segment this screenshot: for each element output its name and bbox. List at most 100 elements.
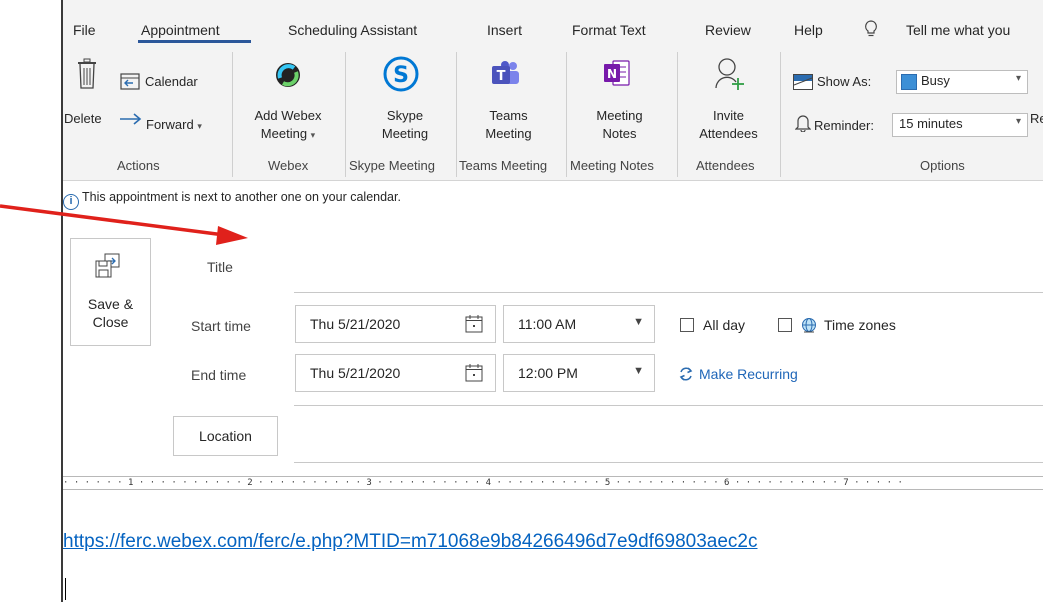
chevron-down-icon: ▼ <box>633 316 644 328</box>
group-divider <box>566 52 567 177</box>
recurrence-icon <box>678 366 694 385</box>
delete-button[interactable]: Delete <box>64 110 102 128</box>
group-label-teams: Teams Meeting <box>459 158 548 173</box>
tab-scheduling-assistant[interactable]: Scheduling Assistant <box>288 22 417 38</box>
title-input[interactable] <box>294 248 1043 290</box>
info-message: This appointment is next to another one … <box>82 190 401 204</box>
invite-attendees-icon[interactable] <box>714 56 746 95</box>
active-tab-indicator <box>138 40 251 43</box>
teams-meeting-button[interactable]: Teams Meeting <box>461 107 556 143</box>
save-close-icon <box>95 253 121 282</box>
tab-format-text[interactable]: Format Text <box>572 22 646 38</box>
busy-swatch <box>901 74 917 90</box>
group-divider <box>456 52 457 177</box>
end-time-dropdown[interactable]: 12:00 PM ▼ <box>503 354 655 392</box>
text-cursor <box>65 578 66 600</box>
webex-meeting-link[interactable]: https://ferc.webex.com/ferc/e.php?MTID=m… <box>63 531 758 553</box>
teams-line1: Teams <box>489 108 528 123</box>
show-as-dropdown[interactable]: Busy ▾ <box>896 70 1028 94</box>
group-divider <box>677 52 678 177</box>
all-day-checkbox[interactable] <box>680 318 694 332</box>
webex-line2: Meeting <box>260 126 308 141</box>
forward-button[interactable]: Forward ▾ <box>146 116 202 135</box>
save-line2: Close <box>92 314 129 330</box>
chevron-down-icon: ▾ <box>197 121 202 131</box>
teams-icon[interactable]: T <box>490 60 520 91</box>
skype-meeting-button[interactable]: Skype Meeting <box>360 107 450 143</box>
chevron-down-icon: ▾ <box>1015 116 1021 127</box>
reminder-dropdown[interactable]: 15 minutes ▾ <box>892 113 1028 137</box>
show-as-value: Busy <box>921 73 950 88</box>
tab-help[interactable]: Help <box>794 22 823 38</box>
tab-review[interactable]: Review <box>705 22 751 38</box>
ribbon-tabs: File Appointment Scheduling Assistant In… <box>63 0 1043 44</box>
chevron-down-icon: ▾ <box>1015 73 1021 84</box>
tab-file[interactable]: File <box>73 22 96 38</box>
reminder-label: Reminder: <box>814 118 874 133</box>
time-zones-label: Time zones <box>824 317 896 333</box>
add-webex-meeting-button[interactable]: Add Webex Meeting ▾ <box>238 107 338 144</box>
save-close-button[interactable]: Save & Close <box>70 238 151 346</box>
group-label-attendees: Attendees <box>696 158 755 173</box>
group-label-meeting-notes: Meeting Notes <box>570 158 654 173</box>
calendar-icon <box>120 72 140 93</box>
skype-line1: Skype <box>386 108 424 123</box>
recurrence-button-cutoff[interactable]: Re <box>1030 110 1043 128</box>
group-label-options: Options <box>920 158 965 173</box>
calendar-picker-icon[interactable] <box>465 315 483 336</box>
save-close-label: Save & Close <box>71 295 150 331</box>
group-divider <box>780 52 781 177</box>
time-zones-checkbox[interactable] <box>778 318 792 332</box>
ruler[interactable]: · · · · · · 1 · · · · · · · · · · 2 · · … <box>63 476 1043 490</box>
end-time-label: End time <box>191 367 247 383</box>
chevron-down-icon: ▼ <box>633 365 644 377</box>
save-line1: Save & <box>87 296 134 312</box>
start-date-value: Thu 5/21/2020 <box>310 316 401 332</box>
end-date-picker[interactable]: Thu 5/21/2020 <box>295 354 496 392</box>
svg-text:S: S <box>393 63 409 88</box>
lightbulb-icon[interactable] <box>864 20 878 41</box>
svg-text:N: N <box>607 67 617 81</box>
make-recurring-link[interactable]: Make Recurring <box>699 366 798 382</box>
ruler-ticks: · · · · · · 1 · · · · · · · · · · 2 · · … <box>63 478 903 488</box>
forward-label: Forward <box>146 117 194 132</box>
show-as-label: Show As: <box>817 74 872 89</box>
invite-attendees-button[interactable]: Invite Attendees <box>686 107 771 143</box>
group-divider <box>345 52 346 177</box>
start-date-picker[interactable]: Thu 5/21/2020 <box>295 305 496 343</box>
title-label: Title <box>207 259 233 275</box>
onenote-icon[interactable]: N <box>603 58 631 91</box>
location-button[interactable]: Location <box>173 416 278 456</box>
delete-icon[interactable] <box>76 58 98 93</box>
tell-me-search[interactable]: Tell me what you <box>906 22 1010 38</box>
skype-icon[interactable]: S <box>383 56 419 95</box>
chevron-down-icon: ▾ <box>310 130 316 140</box>
svg-text:T: T <box>497 69 506 84</box>
start-time-dropdown[interactable]: 11:00 AM ▼ <box>503 305 655 343</box>
calendar-picker-icon[interactable] <box>465 364 483 385</box>
tab-appointment[interactable]: Appointment <box>141 22 220 38</box>
start-time-label: Start time <box>191 318 251 334</box>
tab-insert[interactable]: Insert <box>487 22 522 38</box>
info-bar: i This appointment is next to another one… <box>63 190 401 210</box>
bell-icon <box>794 114 812 135</box>
calendar-button[interactable]: Calendar <box>145 73 198 91</box>
reminder-value: 15 minutes <box>899 116 963 131</box>
end-date-value: Thu 5/21/2020 <box>310 365 401 381</box>
location-label: Location <box>199 428 252 444</box>
attendees-line1: Invite <box>712 108 745 123</box>
teams-line2: Meeting <box>485 126 532 141</box>
forward-arrow-icon <box>118 111 144 130</box>
attendees-line2: Attendees <box>699 126 758 141</box>
webex-icon[interactable] <box>275 62 301 91</box>
time-underline <box>294 405 1043 406</box>
meeting-notes-button[interactable]: Meeting Notes <box>572 107 667 143</box>
group-label-webex: Webex <box>268 158 309 173</box>
location-input[interactable] <box>294 418 1043 458</box>
group-divider <box>232 52 233 177</box>
location-underline <box>294 462 1043 463</box>
globe-icon <box>801 317 817 336</box>
group-label-actions: Actions <box>117 158 160 173</box>
end-time-value: 12:00 PM <box>518 365 578 381</box>
start-time-value: 11:00 AM <box>518 316 577 332</box>
